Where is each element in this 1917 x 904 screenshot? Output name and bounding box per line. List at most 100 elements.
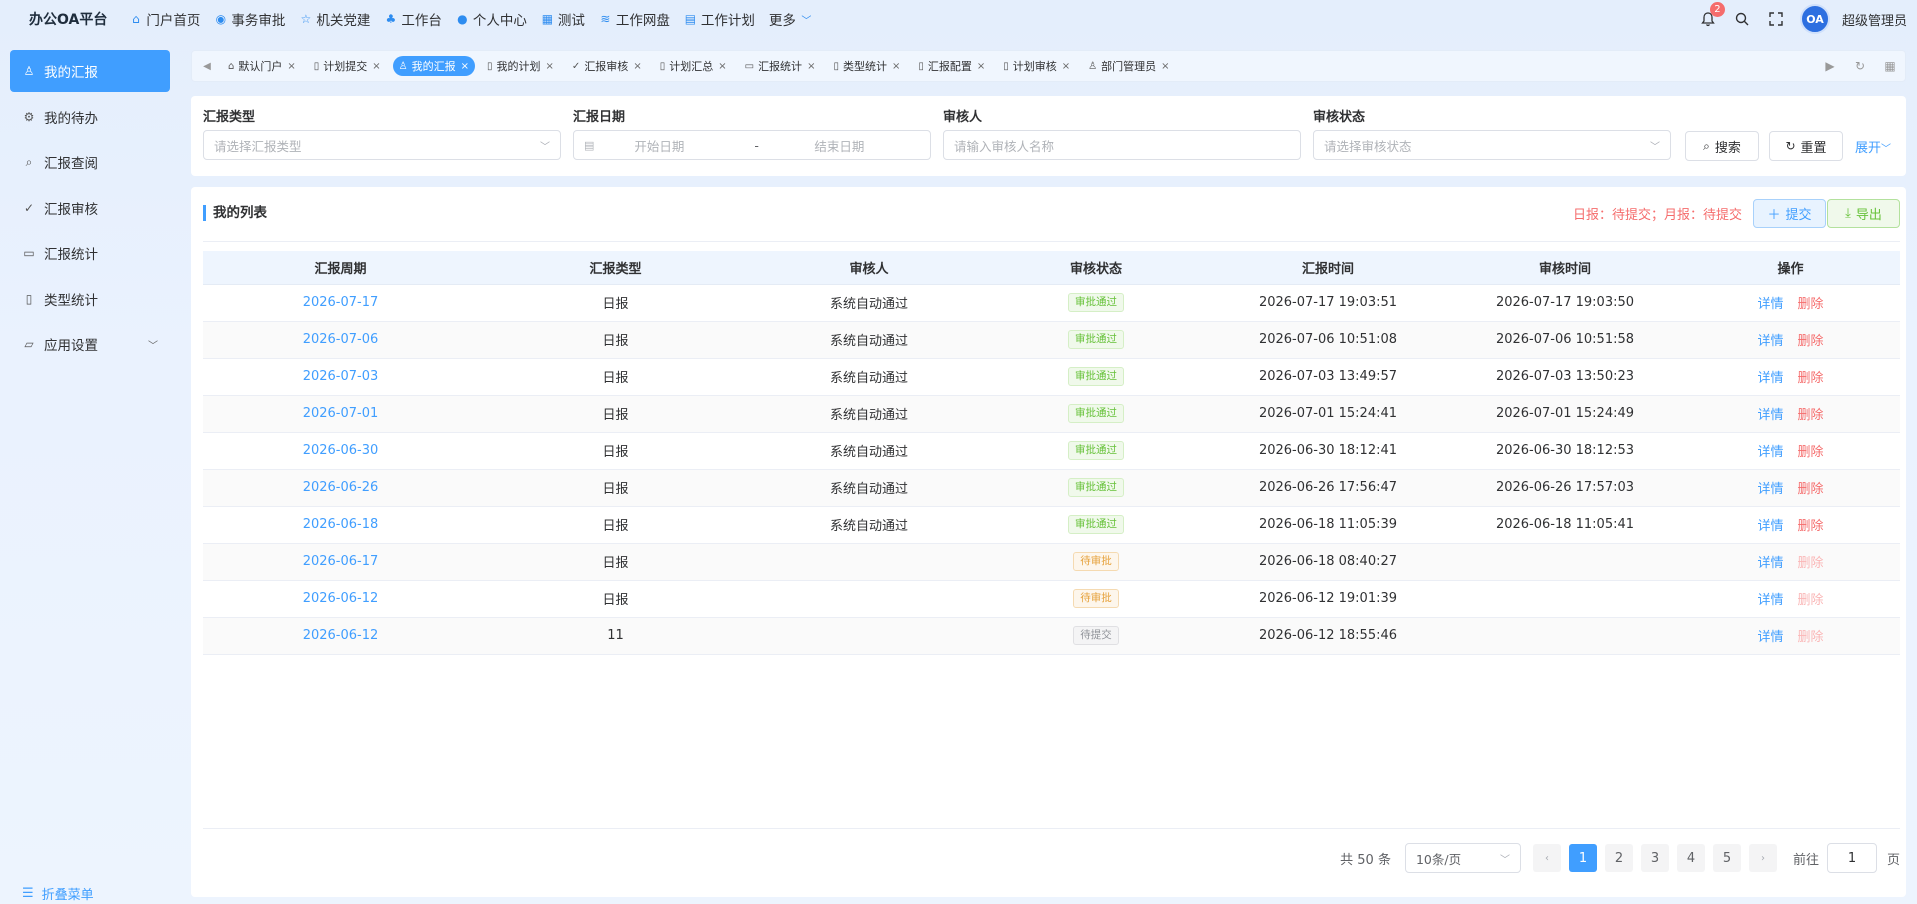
tab-item[interactable]: ▯ 汇报配置 × [912,56,991,76]
username[interactable]: 超级管理员 [1842,10,1907,29]
report-period-link[interactable]: 2026-07-17 [203,284,478,322]
detail-link[interactable]: 详情 [1757,519,1783,534]
search-button[interactable]: ⌕ 搜索 [1685,131,1759,161]
sidebar-item[interactable]: ♙ 我的汇报 [10,50,170,92]
detail-link[interactable]: 详情 [1757,482,1783,497]
goto-page-input[interactable]: 1 [1826,843,1877,873]
tab-item[interactable]: ▯ 计划汇总 × [654,56,733,76]
tab-scroll-right-icon[interactable]: ▶ [1815,59,1845,73]
detail-link[interactable]: 详情 [1757,408,1783,423]
report-date-range[interactable]: ▤ 开始日期 - 结束日期 [573,130,931,160]
close-icon[interactable]: × [977,61,985,72]
delete-link[interactable]: 删除 [1798,519,1824,534]
page-size-select[interactable]: 10条/页 ﹀ [1404,843,1521,873]
report-period-link[interactable]: 2026-06-26 [203,469,478,507]
bell-icon[interactable]: 2 [1698,2,1725,29]
delete-link[interactable]: 删除 [1798,445,1824,460]
prev-page-button[interactable]: ‹ [1532,844,1561,872]
avatar[interactable]: OA [1799,4,1830,34]
sidebar-item[interactable]: ▭ 汇报统计 [10,232,170,274]
detail-link[interactable]: 详情 [1757,593,1783,608]
export-button[interactable]: ⤓ 导出 [1827,199,1900,228]
detail-link[interactable]: 详情 [1757,297,1783,312]
sidebar-item[interactable]: ▯ 类型统计 [10,278,170,320]
submit-button[interactable]: ＋ 提交 [1753,199,1826,228]
sidebar-item[interactable]: ▱ 应用设置 ﹀ [10,323,170,365]
date-end-input[interactable]: 结束日期 [814,136,864,155]
topnav-item[interactable]: ◉ 事务审批 [214,9,286,29]
tab-item[interactable]: ♙ 我的汇报 × [392,56,476,76]
tab-item[interactable]: ▯ 我的计划 × [481,56,560,76]
topnav-item[interactable]: ♣ 工作台 [384,9,441,29]
tab-menu-icon[interactable]: ▦ [1875,59,1905,73]
reset-button[interactable]: ↻ 重置 [1769,131,1843,161]
page-number-button[interactable]: 1 [1568,844,1597,872]
sidebar-item[interactable]: ⚙ 我的待办 [10,96,170,138]
review-status-select[interactable]: 请选择审核状态 ﹀ [1313,130,1671,160]
report-period-link[interactable]: 2026-07-01 [203,395,478,433]
report-period-link[interactable]: 2026-06-12 [203,580,478,618]
chevron-down-icon: ﹀ [1499,854,1510,866]
detail-link[interactable]: 详情 [1757,371,1783,386]
detail-link[interactable]: 详情 [1757,556,1783,571]
reviewer-input[interactable]: 请输入审核人名称 [943,130,1301,160]
report-period-link[interactable]: 2026-06-18 [203,506,478,544]
page-number-button[interactable]: 4 [1676,844,1705,872]
report-period-link[interactable]: 2026-06-17 [203,543,478,581]
delete-link[interactable]: 删除 [1798,408,1824,423]
tab-scroll-left-icon[interactable]: ◀ [192,61,222,72]
page-number-button[interactable]: 2 [1604,844,1633,872]
close-icon[interactable]: × [546,61,554,72]
tab-item[interactable]: ▯ 类型统计 × [827,56,906,76]
tab-item[interactable]: ▯ 计划审核 × [997,56,1076,76]
report-period-link[interactable]: 2026-06-30 [203,432,478,470]
close-icon[interactable]: × [892,61,900,72]
report-period-link[interactable]: 2026-07-03 [203,358,478,396]
topnav-item[interactable]: 更多 ﹀ [769,9,813,29]
refresh-icon[interactable]: ↻ [1845,59,1875,73]
topnav-item[interactable]: ▦ 测试 [541,9,585,29]
tab-item[interactable]: ♙ 部门管理员 × [1082,56,1175,76]
detail-link[interactable]: 详情 [1757,630,1783,645]
report-period-link[interactable]: 2026-06-12 [203,617,478,655]
detail-link[interactable]: 详情 [1757,445,1783,460]
collapse-menu-button[interactable]: ☰ 折叠菜单 [22,884,94,903]
sidebar-item[interactable]: ✓ 汇报审核 [10,187,170,229]
close-icon[interactable]: × [718,61,726,72]
column-header: 审核时间 [1449,251,1681,285]
topnav-item[interactable]: ☆ 机关党建 [299,9,370,29]
page-number-button[interactable]: 5 [1712,844,1741,872]
topnav-item[interactable]: ⌂ 门户首页 [129,9,200,29]
search-icon[interactable] [1732,9,1752,29]
top-nav-menu: ⌂ 门户首页 ◉ 事务审批 ☆ 机关党建 ♣ 工作台 ● 个人中心 ▦ 测试 ≋ 工作网盘 ▤ 工作计划 更多 ﹀ [129,9,827,29]
next-page-button[interactable]: › [1748,844,1777,872]
close-icon[interactable]: × [1062,61,1070,72]
detail-link[interactable]: 详情 [1757,334,1783,349]
tab-item[interactable]: ✓ 汇报审核 × [566,56,648,76]
expand-filter-link[interactable]: 展开﹀ [1855,137,1891,156]
tab-item[interactable]: ▭ 汇报统计 × [739,56,822,76]
review-icon: ✓ [571,60,581,72]
sidebar-item-label: 汇报查阅 [44,156,98,172]
topnav-item[interactable]: ▤ 工作计划 [684,9,755,29]
report-type-select[interactable]: 请选择汇报类型 ﹀ [203,130,561,160]
tab-item[interactable]: ▯ 计划提交 × [308,56,387,76]
delete-link[interactable]: 删除 [1798,371,1824,386]
close-icon[interactable]: × [633,61,641,72]
tab-item[interactable]: ⌂ 默认门户 × [222,56,302,76]
close-icon[interactable]: × [1161,61,1169,72]
delete-link[interactable]: 删除 [1798,482,1824,497]
topnav-item[interactable]: ● 个人中心 [456,9,527,29]
close-icon[interactable]: × [287,61,295,72]
close-icon[interactable]: × [372,61,380,72]
close-icon[interactable]: × [807,61,815,72]
fullscreen-icon[interactable] [1766,9,1786,29]
date-start-input[interactable]: 开始日期 [634,136,754,155]
close-icon[interactable]: × [461,61,469,72]
sidebar-item[interactable]: ⌕ 汇报查阅 [10,141,170,183]
page-number-button[interactable]: 3 [1640,844,1669,872]
delete-link[interactable]: 删除 [1798,334,1824,349]
delete-link[interactable]: 删除 [1798,297,1824,312]
report-period-link[interactable]: 2026-07-06 [203,321,478,359]
topnav-item[interactable]: ≋ 工作网盘 [599,9,670,29]
